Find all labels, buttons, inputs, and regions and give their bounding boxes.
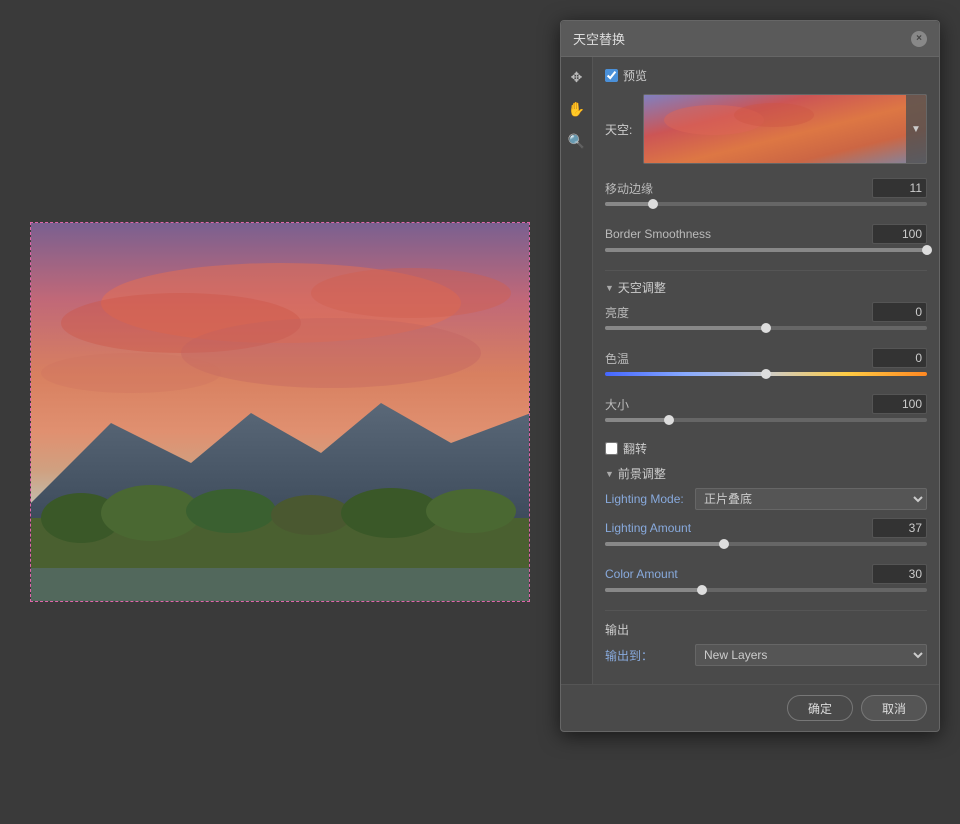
move-edge-row: 移动边缘 — [605, 178, 927, 198]
close-button[interactable]: × — [911, 31, 927, 47]
sky-label: 天空: — [605, 121, 635, 138]
color-amount-input[interactable] — [872, 564, 927, 584]
divider-1 — [605, 270, 927, 271]
color-temp-slider-thumb[interactable] — [761, 369, 771, 379]
lighting-mode-row: Lighting Mode: 正片叠底 滤色 叠加 柔光 — [605, 488, 927, 510]
color-temp-input[interactable] — [872, 348, 927, 368]
color-amount-row: Color Amount — [605, 564, 927, 584]
size-slider-thumb[interactable] — [664, 415, 674, 425]
dialog-body: ✥ ✋ 🔍 预览 天空: — [561, 57, 939, 684]
flip-label: 翻转 — [623, 440, 647, 457]
border-smoothness-input[interactable] — [872, 224, 927, 244]
size-slider-row — [605, 418, 927, 430]
output-to-select[interactable]: New Layers Duplicate Layers Current Docu… — [695, 644, 927, 666]
border-smoothness-label: Border Smoothness — [605, 227, 872, 241]
brightness-slider-row — [605, 326, 927, 338]
sky-dropdown-button[interactable]: ▼ — [906, 95, 926, 163]
dialog-titlebar: 天空替换 × — [561, 21, 939, 57]
output-section-label: 输出 — [605, 621, 927, 638]
lighting-amount-slider-row — [605, 542, 927, 554]
border-smoothness-slider-fill — [605, 248, 927, 252]
lighting-amount-row: Lighting Amount — [605, 518, 927, 538]
canvas-image-wrapper — [30, 222, 530, 602]
color-amount-slider-row — [605, 588, 927, 600]
lighting-amount-input[interactable] — [872, 518, 927, 538]
color-temp-slider-track — [605, 372, 927, 376]
color-temp-slider-row — [605, 372, 927, 384]
move-edge-input[interactable] — [872, 178, 927, 198]
border-smoothness-row: Border Smoothness — [605, 224, 927, 244]
divider-2 — [605, 610, 927, 611]
brightness-slider-thumb[interactable] — [761, 323, 771, 333]
sky-adjustment-label: 天空调整 — [618, 279, 666, 296]
output-section: 输出 输出到： New Layers Duplicate Layers Curr… — [605, 621, 927, 666]
color-temp-label: 色温 — [605, 350, 872, 367]
size-input[interactable] — [872, 394, 927, 414]
size-slider-track — [605, 418, 927, 422]
cancel-button[interactable]: 取消 — [861, 695, 927, 721]
lighting-amount-slider-thumb[interactable] — [719, 539, 729, 549]
color-temp-row: 色温 — [605, 348, 927, 368]
dialog-footer: 确定 取消 — [561, 684, 939, 731]
dialog-title: 天空替换 — [573, 29, 625, 48]
lighting-amount-label: Lighting Amount — [605, 521, 872, 535]
confirm-button[interactable]: 确定 — [787, 695, 853, 721]
preview-label: 预览 — [623, 67, 647, 84]
move-edge-slider-fill — [605, 202, 653, 206]
color-amount-slider-track — [605, 588, 927, 592]
hand-tool-button[interactable]: ✋ — [565, 97, 589, 121]
dialog-main-content: 预览 天空: — [593, 57, 939, 684]
tool-bar: ✥ ✋ 🔍 — [561, 57, 593, 684]
preview-checkbox[interactable] — [605, 69, 618, 82]
foreground-adjustment-header[interactable]: ▼ 前景调整 — [605, 465, 927, 482]
preview-row: 预览 — [605, 67, 927, 84]
flip-checkbox[interactable] — [605, 442, 618, 455]
move-edge-slider-thumb[interactable] — [648, 199, 658, 209]
brightness-row: 亮度 — [605, 302, 927, 322]
brightness-slider-track — [605, 326, 927, 330]
flip-row: 翻转 — [605, 440, 927, 457]
lighting-amount-slider-track — [605, 542, 927, 546]
move-edge-slider-track — [605, 202, 927, 206]
color-amount-slider-thumb[interactable] — [697, 585, 707, 595]
move-edge-slider-row — [605, 202, 927, 214]
canvas-image — [31, 223, 530, 602]
sky-thumbnail[interactable]: ▼ — [643, 94, 927, 164]
sky-adjustment-header[interactable]: ▼ 天空调整 — [605, 279, 927, 296]
size-slider-fill — [605, 418, 669, 422]
lighting-mode-label: Lighting Mode: — [605, 492, 695, 506]
canvas-area — [0, 0, 560, 824]
output-to-row: 输出到： New Layers Duplicate Layers Current… — [605, 644, 927, 666]
zoom-tool-button[interactable]: 🔍 — [565, 129, 589, 153]
brightness-slider-fill — [605, 326, 766, 330]
output-to-label: 输出到： — [605, 647, 695, 664]
color-amount-slider-fill — [605, 588, 702, 592]
sky-section: 天空: — [605, 94, 927, 164]
size-row: 大小 — [605, 394, 927, 414]
brightness-label: 亮度 — [605, 304, 872, 321]
border-smoothness-slider-thumb[interactable] — [922, 245, 932, 255]
border-smoothness-slider-row — [605, 248, 927, 260]
lighting-mode-select[interactable]: 正片叠底 滤色 叠加 柔光 — [695, 488, 927, 510]
sky-replacement-dialog: 天空替换 × ✥ ✋ 🔍 预览 天空: — [560, 20, 940, 732]
brightness-input[interactable] — [872, 302, 927, 322]
lighting-amount-slider-fill — [605, 542, 724, 546]
foreground-adjustment-label: 前景调整 — [618, 465, 666, 482]
color-amount-label: Color Amount — [605, 567, 872, 581]
move-edge-label: 移动边缘 — [605, 180, 872, 197]
size-label: 大小 — [605, 396, 872, 413]
move-tool-button[interactable]: ✥ — [565, 65, 589, 89]
preview-checkbox-label[interactable]: 预览 — [605, 67, 647, 84]
border-smoothness-slider-track — [605, 248, 927, 252]
